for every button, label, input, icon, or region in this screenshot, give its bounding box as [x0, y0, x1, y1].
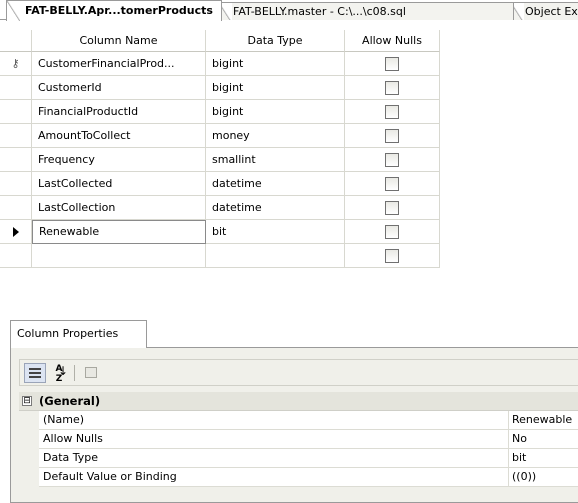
row-selector[interactable]	[0, 220, 32, 244]
properties-toolbar: A Z ↓	[19, 359, 578, 386]
allow-nulls-checkbox[interactable]	[385, 57, 399, 71]
allow-nulls-checkbox[interactable]	[385, 105, 399, 119]
allow-nulls-header: Allow Nulls	[345, 30, 440, 52]
column-name-cell[interactable]: Renewable	[32, 220, 206, 244]
table-row[interactable]: CustomerId bigint	[0, 76, 440, 100]
data-type-cell[interactable]: bigint	[206, 52, 345, 76]
table-row[interactable]: ⚷ CustomerFinancialProd... bigint	[0, 52, 440, 76]
property-row[interactable]: Allow Nulls No	[19, 430, 578, 449]
property-row[interactable]: Default Value or Binding ((0))	[19, 468, 578, 487]
data-type-header: Data Type	[206, 30, 345, 52]
collapse-icon[interactable]: ⊟	[22, 396, 32, 406]
property-row[interactable]: Data Type bit	[19, 449, 578, 468]
tab-object-explorer[interactable]: Object Ex	[510, 2, 578, 20]
data-type-cell[interactable]: bigint	[206, 100, 345, 124]
data-type-cell[interactable]: money	[206, 124, 345, 148]
table-row[interactable]: LastCollection datetime	[0, 196, 440, 220]
allow-nulls-cell	[345, 76, 440, 100]
property-name: Data Type	[39, 449, 509, 468]
data-type-cell[interactable]: datetime	[206, 196, 345, 220]
table-row[interactable]: Renewable bit	[0, 220, 440, 244]
column-name-cell[interactable]: FinancialProductId	[32, 100, 206, 124]
column-properties-pane: Column Properties A Z ↓ ⊟ (General) (Name)…	[10, 320, 578, 503]
table-row-new[interactable]	[0, 244, 440, 268]
allow-nulls-cell	[345, 148, 440, 172]
current-row-arrow-icon	[12, 227, 19, 237]
property-pages-icon[interactable]	[80, 363, 102, 383]
tab-column-properties[interactable]: Column Properties	[10, 320, 147, 348]
allow-nulls-cell	[345, 244, 440, 268]
column-name-cell[interactable]: LastCollected	[32, 172, 206, 196]
column-name-cell[interactable]: AmountToCollect	[32, 124, 206, 148]
row-selector-header	[0, 30, 32, 52]
allow-nulls-cell	[345, 52, 440, 76]
data-type-cell[interactable]: bigint	[206, 76, 345, 100]
property-name: Default Value or Binding	[39, 468, 509, 487]
data-type-cell[interactable]: smallint	[206, 148, 345, 172]
document-tab-strip: FAT-BELLY.Apr...tomerProducts FAT-BELLY.…	[0, 0, 578, 21]
row-selector[interactable]	[0, 148, 32, 172]
column-name-cell[interactable]: CustomerFinancialProd...	[32, 52, 206, 76]
property-value[interactable]: bit	[509, 449, 578, 468]
row-selector[interactable]	[0, 100, 32, 124]
column-name-cell[interactable]: Frequency	[32, 148, 206, 172]
property-name: (Name)	[39, 411, 509, 430]
allow-nulls-checkbox[interactable]	[385, 129, 399, 143]
property-value[interactable]: Renewable	[509, 411, 578, 430]
primary-key-icon: ⚷	[11, 57, 20, 70]
data-type-cell[interactable]: datetime	[206, 172, 345, 196]
tab-table-designer[interactable]: FAT-BELLY.Apr...tomerProducts	[6, 0, 222, 21]
row-selector[interactable]	[0, 124, 32, 148]
column-name-header: Column Name	[32, 30, 206, 52]
allow-nulls-cell	[345, 100, 440, 124]
toolbar-separator	[74, 365, 75, 381]
table-row[interactable]: Frequency smallint	[0, 148, 440, 172]
column-name-cell[interactable]	[32, 244, 206, 268]
allow-nulls-cell	[345, 196, 440, 220]
table-row[interactable]: LastCollected datetime	[0, 172, 440, 196]
table-row[interactable]: AmountToCollect money	[0, 124, 440, 148]
row-selector[interactable]	[0, 196, 32, 220]
data-type-cell[interactable]: bit	[206, 220, 345, 244]
allow-nulls-checkbox[interactable]	[385, 177, 399, 191]
column-properties-body: A Z ↓ ⊟ (General) (Name) Renewable Allow Nul…	[10, 347, 578, 503]
column-name-cell[interactable]: LastCollection	[32, 196, 206, 220]
grid-header-row: Column Name Data Type Allow Nulls	[0, 30, 440, 54]
allow-nulls-cell	[345, 220, 440, 244]
allow-nulls-checkbox[interactable]	[385, 153, 399, 167]
allow-nulls-checkbox[interactable]	[385, 201, 399, 215]
allow-nulls-cell	[345, 124, 440, 148]
row-selector[interactable]	[0, 244, 32, 268]
property-row[interactable]: (Name) Renewable	[19, 411, 578, 430]
column-name-cell[interactable]: CustomerId	[32, 76, 206, 100]
allow-nulls-checkbox[interactable]	[385, 225, 399, 239]
tab-query-editor[interactable]: FAT-BELLY.master - C:\...\c08.sql	[218, 2, 514, 20]
table-row[interactable]: FinancialProductId bigint	[0, 100, 440, 124]
data-type-cell[interactable]	[206, 244, 345, 268]
row-selector[interactable]	[0, 76, 32, 100]
sort-alphabetical-icon[interactable]: A Z ↓	[48, 363, 70, 384]
row-selector[interactable]: ⚷	[0, 52, 32, 76]
row-selector[interactable]	[0, 172, 32, 196]
allow-nulls-checkbox[interactable]	[385, 81, 399, 95]
property-value[interactable]: ((0))	[509, 468, 578, 487]
category-label: (General)	[39, 394, 101, 408]
allow-nulls-cell	[345, 172, 440, 196]
category-general[interactable]: ⊟ (General)	[19, 392, 578, 411]
property-value[interactable]: No	[509, 430, 578, 449]
allow-nulls-checkbox[interactable]	[385, 249, 399, 263]
property-name: Allow Nulls	[39, 430, 509, 449]
categorized-icon[interactable]	[24, 363, 46, 383]
